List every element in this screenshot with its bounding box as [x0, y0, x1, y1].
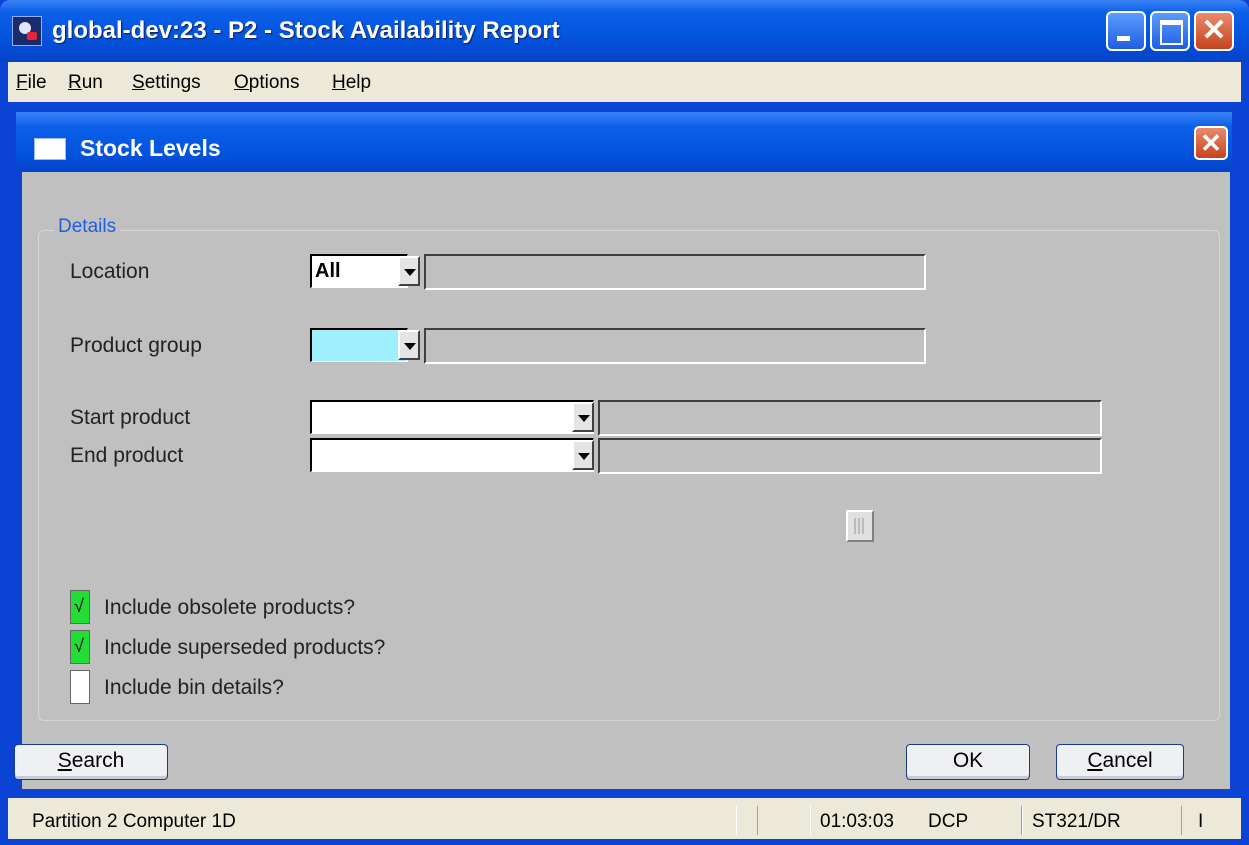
dialog-close-button[interactable]: ✕	[1194, 126, 1228, 160]
ok-button[interactable]: OK	[906, 744, 1030, 780]
start-product-label: Start product	[70, 406, 191, 429]
include-obsolete-checkbox[interactable]	[70, 590, 90, 624]
start-product-input[interactable]	[310, 400, 594, 434]
location-value: All	[315, 260, 341, 282]
include-bin-details-checkbox[interactable]	[70, 670, 90, 704]
include-obsolete-label: Include obsolete products?	[104, 596, 356, 619]
menu-help[interactable]: Help	[332, 72, 371, 94]
menu-file[interactable]: File	[16, 72, 47, 94]
app-icon[interactable]	[12, 16, 42, 46]
start-product-description	[598, 400, 1102, 436]
close-button[interactable]: ✕	[1194, 11, 1234, 51]
menu-settings[interactable]: Settings	[132, 72, 201, 94]
product-group-label: Product group	[70, 334, 202, 357]
application-window: global-dev:23 - P2 - Stock Availability …	[0, 0, 1249, 845]
minimize-button[interactable]	[1106, 11, 1146, 51]
status-program: ST321/DR	[1032, 811, 1121, 832]
dialog-body: Details Location All Product group Start…	[14, 172, 1230, 789]
menu-bar: File Run Settings Options Help	[8, 62, 1241, 102]
end-product-input[interactable]	[310, 438, 594, 472]
search-button[interactable]: Search	[14, 744, 168, 780]
maximize-button[interactable]	[1150, 11, 1190, 51]
details-group-label: Details	[54, 216, 121, 238]
status-user: DCP	[928, 811, 969, 832]
product-group-dropdown-button[interactable]	[398, 330, 420, 360]
include-superseded-checkbox[interactable]	[70, 630, 90, 664]
end-product-label: End product	[70, 444, 184, 467]
include-superseded-label: Include superseded products?	[104, 636, 386, 659]
location-combo[interactable]: All	[310, 254, 408, 288]
start-product-dropdown-button[interactable]	[572, 402, 594, 432]
product-group-description	[424, 328, 926, 364]
status-time: 01:03:03	[820, 811, 894, 832]
location-label: Location	[70, 260, 150, 283]
location-description	[424, 254, 926, 290]
include-bin-details-label: Include bin details?	[104, 676, 284, 699]
status-panel-empty	[736, 806, 758, 835]
status-indicator: I	[1198, 811, 1204, 832]
dialog-titlebar[interactable]: Stock Levels ✕	[16, 112, 1232, 172]
cancel-button[interactable]: Cancel	[1056, 744, 1184, 780]
status-partition: Partition 2 Computer 1D	[32, 811, 236, 832]
end-product-description	[598, 438, 1102, 474]
range-options-button[interactable]	[846, 510, 874, 542]
dialog-icon	[34, 138, 66, 160]
end-product-dropdown-button[interactable]	[572, 440, 594, 470]
menu-run[interactable]: Run	[68, 72, 103, 94]
location-dropdown-button[interactable]	[398, 256, 420, 286]
status-bar: Partition 2 Computer 1D 01:03:03 DCP ST3…	[8, 798, 1241, 839]
window-title: global-dev:23 - P2 - Stock Availability …	[52, 17, 560, 44]
dialog-title: Stock Levels	[80, 135, 221, 161]
menu-options[interactable]: Options	[234, 72, 299, 94]
window-titlebar[interactable]: global-dev:23 - P2 - Stock Availability …	[0, 0, 1249, 62]
product-group-input[interactable]	[310, 328, 408, 362]
